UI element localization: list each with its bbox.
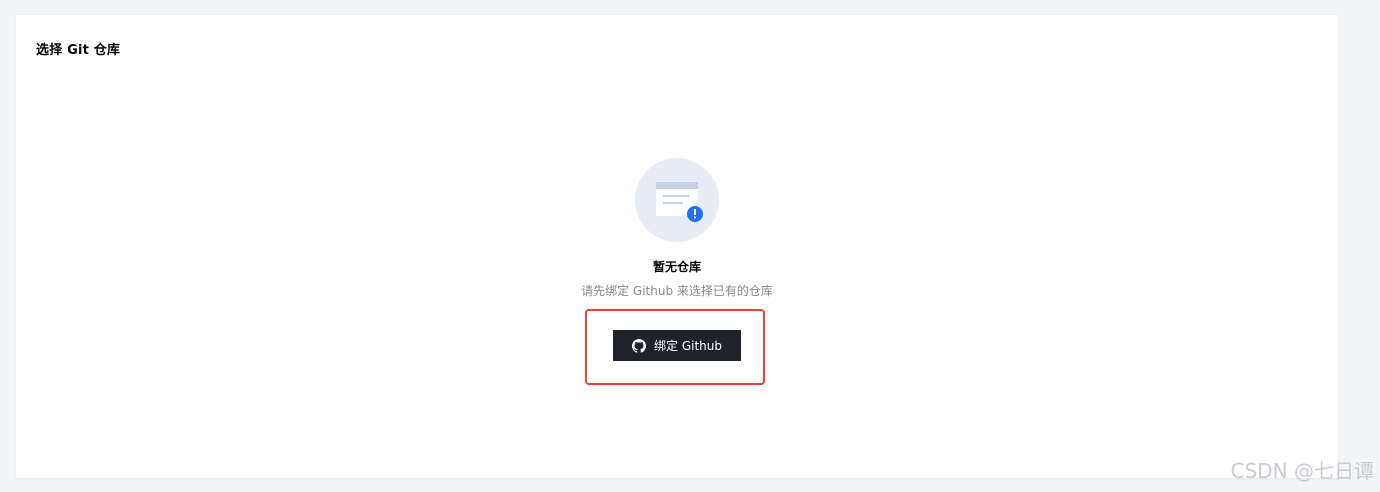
document-header-bar [656,182,698,189]
watermark: CSDN @七日谭 [1230,459,1374,483]
bind-github-button[interactable]: 绑定 Github [613,330,741,361]
empty-state-title: 暂无仓库 [652,260,701,274]
empty-list-with-alert-icon [635,158,719,242]
panel-title: 选择 Git 仓库 [36,43,121,58]
git-repo-panel: 选择 Git 仓库 暂无仓库 请先绑定 Github 来选择已有的仓库 绑定 G… [16,15,1338,478]
document-line-2 [663,202,683,204]
github-icon [632,338,646,353]
page: 选择 Git 仓库 暂无仓库 请先绑定 Github 来选择已有的仓库 绑定 G… [0,0,1380,492]
bind-github-label: 绑定 Github [654,339,722,353]
empty-illustration-svg [656,182,703,222]
document-line-1 [663,195,689,197]
empty-state-description: 请先绑定 Github 来选择已有的仓库 [581,284,773,298]
